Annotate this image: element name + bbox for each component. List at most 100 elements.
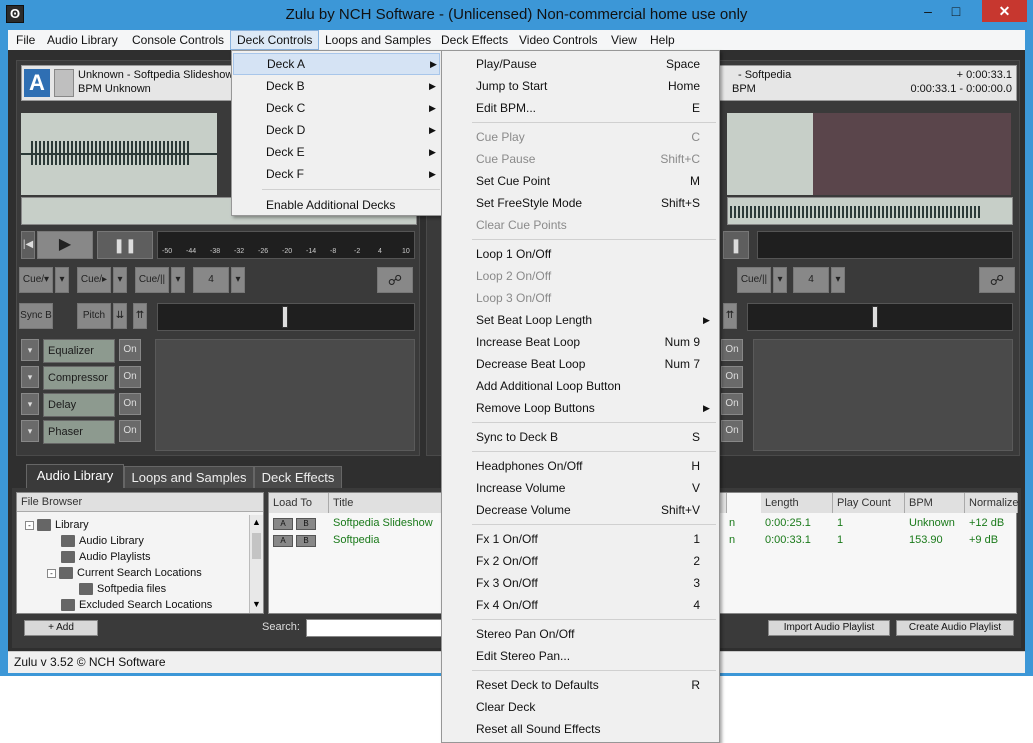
- load-to-b-button[interactable]: B: [296, 535, 316, 547]
- cue-3-dropdown-icon[interactable]: ▾: [171, 267, 185, 293]
- skip-start-button[interactable]: |◀: [21, 231, 35, 259]
- deck-menu-item-deck-b[interactable]: Deck B ▶: [233, 75, 440, 97]
- tree-library[interactable]: - Library: [25, 519, 89, 532]
- deck-b-cue-button-3[interactable]: Cue/||: [737, 267, 771, 293]
- pitch-up-icon[interactable]: ⇈: [133, 303, 147, 329]
- deck-a-item-loop-1-on-off[interactable]: Loop 1 On/Off: [443, 243, 718, 265]
- deck-menu-item-deck-e[interactable]: Deck E ▶: [233, 141, 440, 163]
- headphones-icon[interactable]: ☍: [377, 267, 413, 293]
- deck-a-item-remove-loop-buttons[interactable]: Remove Loop Buttons ▶: [443, 397, 718, 419]
- deck-a-item-edit-stereo-pan[interactable]: Edit Stereo Pan...: [443, 645, 718, 667]
- menu-video-controls[interactable]: Video Controls: [513, 30, 604, 50]
- effect-dropdown-icon[interactable]: ▾: [21, 420, 39, 442]
- deck-b-effect-on-toggle[interactable]: On: [721, 339, 743, 361]
- deck-b-waveform[interactable]: [727, 113, 813, 195]
- effect-on-toggle[interactable]: On: [119, 393, 141, 415]
- deck-a-item-fx-2-on-off[interactable]: Fx 2 On/Off 2: [443, 550, 718, 572]
- deck-b-pause-button[interactable]: ❚: [723, 231, 749, 259]
- deck-b-effect-on-toggle[interactable]: On: [721, 420, 743, 442]
- tab-loops-and-samples[interactable]: Loops and Samples: [124, 466, 254, 488]
- effect-name[interactable]: Equalizer: [43, 339, 115, 363]
- tab-audio-library[interactable]: Audio Library: [26, 464, 124, 488]
- loop-dropdown-icon[interactable]: ▾: [231, 267, 245, 293]
- collapse-icon[interactable]: -: [47, 568, 56, 578]
- deck-a-item-decrease-volume[interactable]: Decrease Volume Shift+V: [443, 499, 718, 521]
- menu-loops-and-samples[interactable]: Loops and Samples: [319, 30, 437, 50]
- sync-button[interactable]: Sync B: [19, 303, 53, 329]
- deck-b-loop-dropdown-icon[interactable]: ▾: [831, 267, 845, 293]
- play-button[interactable]: ▶: [37, 231, 93, 259]
- deck-a-item-jump-to-start[interactable]: Jump to Start Home: [443, 75, 718, 97]
- tree-current-search-locations[interactable]: - Current Search Locations: [47, 567, 202, 580]
- deck-a-item-reset-all-sound-effects[interactable]: Reset all Sound Effects: [443, 718, 718, 740]
- tree-audio-library[interactable]: Audio Library: [61, 535, 144, 548]
- menu-deck-effects[interactable]: Deck Effects: [435, 30, 514, 50]
- tree-audio-playlists[interactable]: Audio Playlists: [61, 551, 151, 564]
- load-to-a-button[interactable]: A: [273, 535, 293, 547]
- deck-a-item-fx-1-on-off[interactable]: Fx 1 On/Off 1: [443, 528, 718, 550]
- menu-help[interactable]: Help: [644, 30, 681, 50]
- deck-a-item-decrease-beat-loop[interactable]: Decrease Beat Loop Num 7: [443, 353, 718, 375]
- scroll-down-icon[interactable]: ▼: [252, 599, 261, 609]
- deck-a-item-loop-2-on-off[interactable]: Loop 2 On/Off: [443, 265, 718, 287]
- scroll-up-icon[interactable]: ▲: [252, 517, 261, 527]
- title-bar[interactable]: ʘ Zulu by NCH Software - (Unlicensed) No…: [0, 0, 1033, 30]
- column-length[interactable]: Length: [761, 493, 833, 513]
- tree-excluded-search-locations[interactable]: Excluded Search Locations: [61, 599, 212, 612]
- effect-on-toggle[interactable]: On: [119, 339, 141, 361]
- deck-a-item-fx-3-on-off[interactable]: Fx 3 On/Off 3: [443, 572, 718, 594]
- deck-b-loop-button[interactable]: 4: [793, 267, 829, 293]
- deck-a-item-stereo-pan-on-off[interactable]: Stereo Pan On/Off: [443, 623, 718, 645]
- deck-a-item-fx-4-on-off[interactable]: Fx 4 On/Off 4: [443, 594, 718, 616]
- column-play-count[interactable]: Play Count: [833, 493, 905, 513]
- deck-b-effect-on-toggle[interactable]: On: [721, 393, 743, 415]
- effect-dropdown-icon[interactable]: ▾: [21, 393, 39, 415]
- load-to-b-button[interactable]: B: [296, 518, 316, 530]
- deck-a-item-cue-pause[interactable]: Cue Pause Shift+C: [443, 148, 718, 170]
- deck-b-pitch-slider-handle[interactable]: [872, 306, 878, 328]
- search-input[interactable]: [306, 619, 446, 637]
- deck-b-headphones-icon[interactable]: ☍: [979, 267, 1015, 293]
- menu-view[interactable]: View: [605, 30, 643, 50]
- deck-a-item-loop-3-on-off[interactable]: Loop 3 On/Off: [443, 287, 718, 309]
- column-bpm[interactable]: BPM: [905, 493, 965, 513]
- close-button[interactable]: ✕: [982, 0, 1027, 22]
- deck-b-pitch-slider[interactable]: [747, 303, 1013, 331]
- deck-menu-item-deck-f[interactable]: Deck F ▶: [233, 163, 440, 185]
- deck-b-volume-meter[interactable]: [757, 231, 1013, 259]
- create-audio-playlist-button[interactable]: Create Audio Playlist: [896, 620, 1014, 636]
- menu-audio-library[interactable]: Audio Library: [41, 30, 124, 50]
- deck-a-item-set-cue-point[interactable]: Set Cue Point M: [443, 170, 718, 192]
- minimize-button[interactable]: –: [915, 0, 941, 22]
- maximize-button[interactable]: □: [941, 0, 971, 22]
- tree-softpedia-files[interactable]: Softpedia files: [79, 583, 166, 596]
- effect-name[interactable]: Phaser: [43, 420, 115, 444]
- deck-a-waveform[interactable]: [21, 113, 217, 195]
- cue-button-3[interactable]: Cue/||: [135, 267, 169, 293]
- menu-console-controls[interactable]: Console Controls: [126, 30, 230, 50]
- deck-a-item-increase-volume[interactable]: Increase Volume V: [443, 477, 718, 499]
- collapse-icon[interactable]: -: [25, 520, 34, 530]
- menu-deck-controls[interactable]: Deck Controls: [230, 30, 320, 50]
- effect-dropdown-icon[interactable]: ▾: [21, 339, 39, 361]
- deck-a-item-add-additional-loop-button[interactable]: Add Additional Loop Button: [443, 375, 718, 397]
- row-1-title[interactable]: Softpedia Slideshow: [329, 515, 433, 531]
- menu-file[interactable]: File: [10, 30, 41, 50]
- column-normalize[interactable]: Normalize: [965, 493, 1019, 513]
- effect-name[interactable]: Delay: [43, 393, 115, 417]
- deck-a-item-increase-beat-loop[interactable]: Increase Beat Loop Num 9: [443, 331, 718, 353]
- pitch-slider[interactable]: [157, 303, 415, 331]
- cue-2-dropdown-icon[interactable]: ▾: [113, 267, 127, 293]
- deck-a-item-cue-play[interactable]: Cue Play C: [443, 126, 718, 148]
- loop-button[interactable]: 4: [193, 267, 229, 293]
- pause-button[interactable]: ❚❚: [97, 231, 153, 259]
- column-load-to[interactable]: Load To: [269, 493, 329, 513]
- deck-a-item-sync-to-deck-b[interactable]: Sync to Deck B S: [443, 426, 718, 448]
- effect-on-toggle[interactable]: On: [119, 420, 141, 442]
- deck-a-item-set-freestyle-mode[interactable]: Set FreeStyle Mode Shift+S: [443, 192, 718, 214]
- deck-b-effect-on-toggle[interactable]: On: [721, 366, 743, 388]
- load-to-a-button[interactable]: A: [273, 518, 293, 530]
- deck-menu-item-deck-a[interactable]: Deck A ▶: [233, 53, 440, 75]
- deck-a-item-clear-deck[interactable]: Clear Deck: [443, 696, 718, 718]
- effect-on-toggle[interactable]: On: [119, 366, 141, 388]
